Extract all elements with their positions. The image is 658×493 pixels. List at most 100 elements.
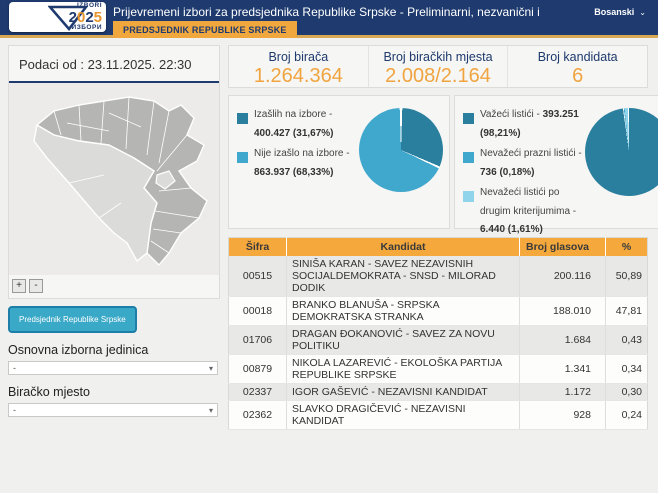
results-area: Broj birača 1.264.364 Broj biračkih mjes… xyxy=(228,45,648,430)
cell-code: 02362 xyxy=(229,400,287,429)
legend-swatch-light-blue xyxy=(237,152,248,163)
chevron-down-icon: ▾ xyxy=(209,406,213,415)
cell-candidate: SLAVKO DRAGIČEVIĆ - NEZAVISNI KANDIDAT xyxy=(287,400,520,429)
zoom-out-button[interactable]: - xyxy=(29,279,43,293)
table-row: 00018 BRANKO BLANUŠA - SRPSKA DEMOKRATSK… xyxy=(229,296,648,325)
legend-pct: (31,67%) xyxy=(290,128,333,139)
tab-predsjednik-republike-srpske[interactable]: PREDSJEDNIK REPUBLIKE SRPSKE xyxy=(113,21,297,38)
polling-station-select-value: - xyxy=(13,405,16,415)
cell-candidate: IGOR GAŠEVIĆ - NEZAVISNI KANDIDAT xyxy=(287,383,520,400)
legend-swatch-dark-teal xyxy=(237,113,248,124)
table-row: 01706 DRAGAN ĐOKANOVIĆ - SAVEZ ZA NOVU P… xyxy=(229,325,648,354)
cell-percent: 50,89 xyxy=(606,256,648,297)
legend-value: 6.440 xyxy=(480,224,505,235)
data-as-of-label: Podaci od : 23.11.2025. 22:30 xyxy=(9,46,219,83)
legend-value: 863.937 xyxy=(254,167,290,178)
pie-charts-row: Izašlih na izbore - 400.427 (31,67%) Nij… xyxy=(228,95,648,229)
turnout-pie-panel: Izašlih na izbore - 400.427 (31,67%) Nij… xyxy=(228,95,450,229)
language-selector[interactable]: Bosanski ⌄ xyxy=(594,7,646,17)
cell-votes: 1.341 xyxy=(520,354,606,383)
cell-votes: 1.684 xyxy=(520,325,606,354)
top-header-bar: IZBORI 2025 ИЗБОРИ Prijevremeni izbori z… xyxy=(0,0,658,38)
cell-candidate: BRANKO BLANUŠA - SRPSKA DEMOKRATSKA STRA… xyxy=(287,296,520,325)
basic-unit-select[interactable]: - ▾ xyxy=(8,361,218,375)
map-panel: Podaci od : 23.11.2025. 22:30 xyxy=(8,45,220,299)
race-level-button[interactable]: Predsjednik Republike Srpske xyxy=(8,306,137,333)
basic-unit-select-value: - xyxy=(13,363,16,373)
legend-label: Nije izašlo na izbore - xyxy=(254,148,350,159)
cell-candidate: NIKOLA LAZAREVIĆ - EKOLOŠKA PARTIJA REPU… xyxy=(287,354,520,383)
legend-item: Nevažeći prazni listići - 736 (0,18%) xyxy=(463,145,585,182)
cell-votes: 200.116 xyxy=(520,256,606,297)
column-header-candidate: Kandidat xyxy=(287,238,520,256)
election-logo: IZBORI 2025 ИЗБОРИ xyxy=(9,2,106,32)
main-content: Podaci od : 23.11.2025. 22:30 xyxy=(0,38,658,430)
turnout-legend: Izašlih na izbore - 400.427 (31,67%) Nij… xyxy=(237,106,359,222)
table-header-row: Šifra Kandidat Broj glasova % xyxy=(229,238,648,256)
legend-pct: (98,21%) xyxy=(480,128,521,139)
ballots-legend: Važeći listići - 393.251 (98,21%) Nevaže… xyxy=(463,106,585,222)
cell-percent: 0,24 xyxy=(606,400,648,429)
cell-code: 02337 xyxy=(229,383,287,400)
ballots-pie-panel: Važeći listići - 393.251 (98,21%) Nevaže… xyxy=(454,95,658,229)
cell-votes: 188.010 xyxy=(520,296,606,325)
legend-label: Nevažeći prazni listići - xyxy=(480,148,582,159)
table-row: 02362 SLAVKO DRAGIČEVIĆ - NEZAVISNI KAND… xyxy=(229,400,648,429)
legend-label: Izašlih na izbore - xyxy=(254,109,332,120)
legend-pct: (0,18%) xyxy=(497,167,535,178)
stat-value: 6 xyxy=(508,65,647,88)
column-header-percent: % xyxy=(606,238,648,256)
stat-label: Broj biračkih mjesta xyxy=(369,50,508,64)
summary-stats: Broj birača 1.264.364 Broj biračkih mjes… xyxy=(228,45,648,88)
stat-candidates: Broj kandidata 6 xyxy=(507,46,647,87)
basic-unit-label: Osnovna izborna jedinica xyxy=(8,343,220,357)
table-row: 00515 SINIŠA KARAN - SAVEZ NEZAVISNIH SO… xyxy=(229,256,648,297)
stat-voters: Broj birača 1.264.364 xyxy=(229,46,368,87)
ballots-pie-chart xyxy=(585,108,658,196)
cell-percent: 47,81 xyxy=(606,296,648,325)
cell-votes: 1.172 xyxy=(520,383,606,400)
column-header-code: Šifra xyxy=(229,238,287,256)
cell-code: 00515 xyxy=(229,256,287,297)
map-zoom-controls: + - xyxy=(9,275,219,298)
legend-value: 393.251 xyxy=(543,109,579,120)
legend-label: Važeći listići - xyxy=(480,109,543,120)
legend-value: 736 xyxy=(480,167,497,178)
turnout-pie-chart xyxy=(359,108,443,192)
stat-value: 1.264.364 xyxy=(229,65,368,88)
polling-station-label: Biračko mjesto xyxy=(8,385,220,399)
bosnia-map[interactable] xyxy=(9,83,219,275)
cell-percent: 0,34 xyxy=(606,354,648,383)
legend-swatch-dark-teal xyxy=(463,113,474,124)
page-title: Prijevremeni izbori za predsjednika Repu… xyxy=(113,5,543,19)
bosnia-map-svg xyxy=(9,83,219,275)
logo-year: 2025 xyxy=(50,10,102,25)
legend-item: Izašlih na izbore - 400.427 (31,67%) xyxy=(237,106,359,143)
legend-pct: (68,33%) xyxy=(290,167,333,178)
legend-label: Nevažeći listići po drugim kriterijumima… xyxy=(480,187,576,217)
cell-code: 00879 xyxy=(229,354,287,383)
chevron-down-icon: ⌄ xyxy=(639,8,646,17)
cell-votes: 928 xyxy=(520,400,606,429)
legend-pct: (1,61%) xyxy=(505,224,543,235)
stat-label: Broj birača xyxy=(229,50,368,64)
table-row: 02337 IGOR GAŠEVIĆ - NEZAVISNI KANDIDAT … xyxy=(229,383,648,400)
legend-item: Nije izašlo na izbore - 863.937 (68,33%) xyxy=(237,145,359,182)
polling-station-select[interactable]: - ▾ xyxy=(8,403,218,417)
cell-candidate: SINIŠA KARAN - SAVEZ NEZAVISNIH SOCIJALD… xyxy=(287,256,520,297)
cell-percent: 0,43 xyxy=(606,325,648,354)
cell-percent: 0,30 xyxy=(606,383,648,400)
stat-polling-stations: Broj biračkih mjesta 2.008/2.164 xyxy=(368,46,508,87)
left-sidebar: Podaci od : 23.11.2025. 22:30 xyxy=(8,45,220,430)
stat-label: Broj kandidata xyxy=(508,50,647,64)
table-row: 00879 NIKOLA LAZAREVIĆ - EKOLOŠKA PARTIJ… xyxy=(229,354,648,383)
column-header-votes: Broj glasova xyxy=(520,238,606,256)
cell-code: 00018 xyxy=(229,296,287,325)
legend-item: Nevažeći listići po drugim kriterijumima… xyxy=(463,184,585,240)
language-label: Bosanski xyxy=(594,7,634,17)
chevron-down-icon: ▾ xyxy=(209,364,213,373)
stat-value: 2.008/2.164 xyxy=(369,65,508,88)
logo-text-bottom: ИЗБОРИ xyxy=(50,25,102,32)
cell-code: 01706 xyxy=(229,325,287,354)
zoom-in-button[interactable]: + xyxy=(12,279,26,293)
